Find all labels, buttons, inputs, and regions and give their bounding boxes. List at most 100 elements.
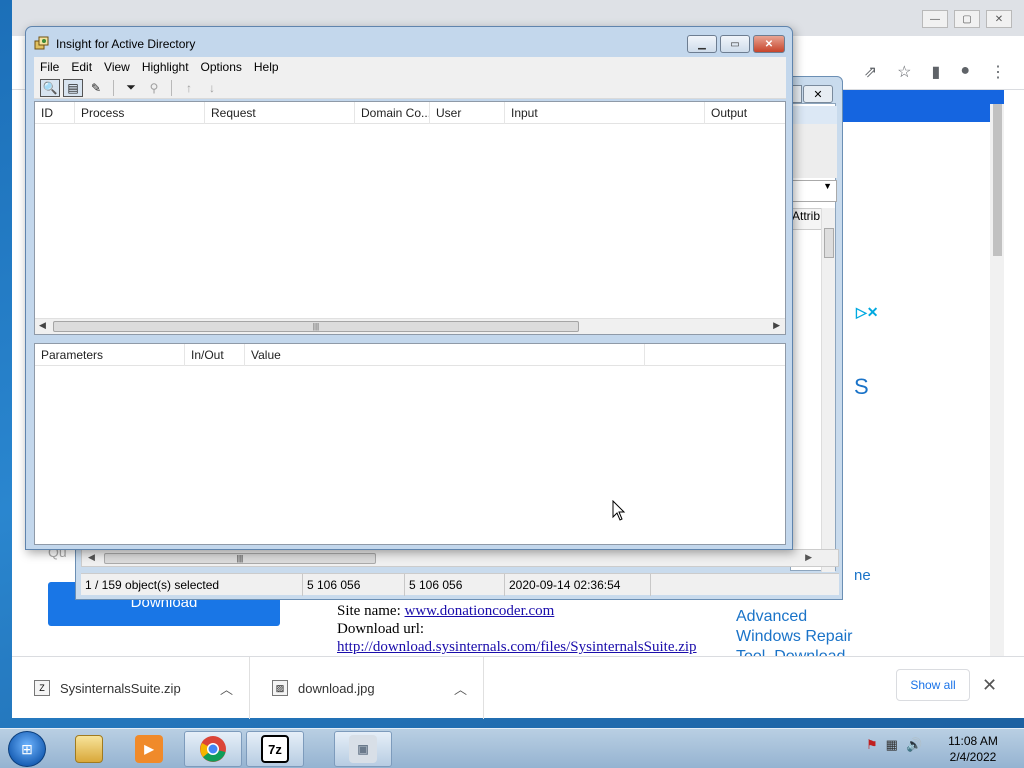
status-timestamp: 2020-09-14 02:36:54 [505, 574, 651, 596]
close-button[interactable]: ✕ [803, 85, 833, 103]
scroll-left-icon[interactable]: ◀ [39, 320, 46, 331]
column-header-process[interactable]: Process [75, 102, 205, 124]
menu-file[interactable]: File [34, 57, 65, 77]
mouse-cursor-icon [612, 500, 626, 521]
share-icon[interactable]: ⇗ [864, 62, 877, 82]
filter-icon[interactable]: ⏷ [121, 79, 141, 97]
menu-options[interactable]: Options [195, 57, 248, 77]
taskbar-7zip[interactable]: 7z [246, 731, 304, 767]
scroll-right-icon[interactable]: ▶ [773, 320, 780, 331]
scrollbar-thumb[interactable]: ||| [104, 553, 376, 564]
site-name-label: Site name: [337, 603, 401, 619]
network-icon[interactable]: ▦ [886, 737, 898, 753]
browser-menu-icon[interactable]: ⋮ [990, 62, 1006, 82]
column-header-in-out[interactable]: In/Out [185, 344, 245, 366]
side-ad-line: Advanced [736, 608, 808, 625]
system-tray: ⚑ ▦ 🔊 [866, 737, 922, 753]
page-header-banner [840, 90, 1004, 122]
taskbar-insight-ad[interactable]: ▣ [334, 731, 392, 767]
download-shelf: Z SysinternalsSuite.zip ︿ ▨ download.jpg… [12, 656, 1024, 719]
page-scrollbar[interactable] [990, 104, 1004, 656]
clock-date: 2/4/2022 [949, 750, 997, 764]
column-header-domain-controller[interactable]: Domain Co... [355, 102, 430, 124]
browser-close-button[interactable]: ✕ [986, 10, 1012, 28]
find-binoculars-icon[interactable]: ⚲ [144, 79, 164, 97]
column-header-attrib[interactable]: Attrib [791, 208, 825, 230]
start-button[interactable]: ⊞ [8, 731, 46, 767]
horizontal-scrollbar[interactable]: ◀ ||| ▶ [81, 549, 839, 567]
status-value-2: 5 106 056 [405, 574, 505, 596]
media-player-icon: ▶ [135, 735, 163, 763]
folder-icon [75, 735, 103, 763]
menu-highlight[interactable]: Highlight [136, 57, 195, 77]
column-header-output[interactable]: Output [705, 102, 785, 124]
chevron-up-icon[interactable]: ︿ [454, 679, 467, 698]
download-item[interactable]: Z SysinternalsSuite.zip ︿ [12, 657, 250, 719]
download-item[interactable]: ▨ download.jpg ︿ [250, 657, 484, 719]
download-url-label: Download url: [337, 621, 425, 637]
taskbar-media-player[interactable]: ▶ [120, 731, 178, 767]
browser-maximize-button[interactable]: ▢ [954, 10, 980, 28]
scroll-right-icon[interactable]: ▶ [805, 552, 812, 563]
scrollbar-thumb[interactable]: ||| [53, 321, 579, 332]
maximize-button[interactable]: ▭ [720, 35, 750, 53]
autoscroll-icon[interactable]: ▤ [63, 78, 83, 97]
show-all-button[interactable]: Show all [896, 669, 970, 701]
side-panel-icon[interactable]: ▮ [932, 62, 941, 82]
menu-edit[interactable]: Edit [65, 57, 98, 77]
status-bar: 1 / 159 object(s) selected 5 106 056 5 1… [81, 573, 839, 596]
main-window[interactable]: Insight for Active Directory ▁ ▭ ✕ File … [25, 26, 793, 550]
toolbar: 🔍 ▤ ✎ ⏷ ⚲ ↑ ↓ [34, 77, 786, 99]
bookmark-star-icon[interactable]: ☆ [897, 62, 911, 82]
scroll-left-icon[interactable]: ◀ [88, 552, 95, 563]
column-header-value[interactable]: Value [245, 344, 645, 366]
clock[interactable]: 11:08 AM 2/4/2022 [942, 733, 1004, 765]
ad-partial-text: ne [854, 567, 871, 584]
requests-list-header: ID Process Request Domain Co... User Inp… [35, 102, 785, 124]
menu-help[interactable]: Help [248, 57, 285, 77]
volume-icon[interactable]: 🔊 [906, 737, 922, 753]
requests-list[interactable]: ID Process Request Domain Co... User Inp… [34, 101, 786, 335]
column-header-id[interactable]: ID [35, 102, 75, 124]
column-header-request[interactable]: Request [205, 102, 355, 124]
menu-bar: File Edit View Highlight Options Help [34, 57, 786, 77]
action-center-flag-icon[interactable]: ⚑ [866, 737, 878, 753]
background-window-content: ▼ Attrib [790, 103, 837, 572]
clear-icon[interactable]: ✎ [86, 79, 106, 97]
taskbar: ⊞ ▶ 7z ▣ ⚑ ▦ 🔊 11:08 AM 2/4/2022 [0, 728, 1024, 768]
download-filename: SysinternalsSuite.zip [60, 680, 181, 696]
previous-highlight-icon[interactable]: ↑ [179, 79, 199, 97]
column-header-input[interactable]: Input [505, 102, 705, 124]
capture-magnifier-icon[interactable]: 🔍 [40, 78, 60, 97]
window-title: Insight for Active Directory [56, 37, 196, 51]
app-icon [34, 36, 49, 50]
profile-icon[interactable]: ● [960, 62, 970, 82]
7zip-icon: 7z [261, 735, 289, 763]
menu-view[interactable]: View [98, 57, 136, 77]
taskbar-chrome[interactable] [184, 731, 242, 767]
download-filename: download.jpg [298, 680, 375, 696]
title-bar[interactable]: Insight for Active Directory ▁ ▭ ✕ [26, 27, 792, 57]
column-header-user[interactable]: User [430, 102, 505, 124]
vertical-scrollbar[interactable] [821, 208, 835, 572]
download-url-link[interactable]: http://download.sysinternals.com/files/S… [337, 639, 697, 655]
image-file-icon: ▨ [272, 680, 288, 696]
close-icon[interactable]: ✕ [982, 675, 997, 696]
next-highlight-icon[interactable]: ↓ [202, 79, 222, 97]
site-name-link[interactable]: www.donationcoder.com [405, 603, 555, 619]
status-value-1: 5 106 056 [303, 574, 405, 596]
column-header-parameters[interactable]: Parameters [35, 344, 185, 366]
parameters-list-header: Parameters In/Out Value [35, 344, 785, 366]
horizontal-scrollbar[interactable]: ◀ ||| ▶ [35, 318, 785, 334]
insight-ad-icon: ▣ [349, 735, 377, 763]
ad-close-icon[interactable]: ▷✕ [856, 304, 879, 321]
dropdown[interactable]: ▼ [791, 180, 837, 202]
browser-minimize-button[interactable]: — [922, 10, 948, 28]
taskbar-explorer[interactable] [60, 731, 118, 767]
chevron-up-icon[interactable]: ︿ [220, 679, 233, 698]
status-selection: 1 / 159 object(s) selected [81, 574, 303, 596]
browser-window-controls: — ▢ ✕ [922, 10, 1012, 28]
parameters-list[interactable]: Parameters In/Out Value [34, 343, 786, 545]
close-button[interactable]: ✕ [753, 35, 785, 53]
minimize-button[interactable]: ▁ [687, 35, 717, 53]
